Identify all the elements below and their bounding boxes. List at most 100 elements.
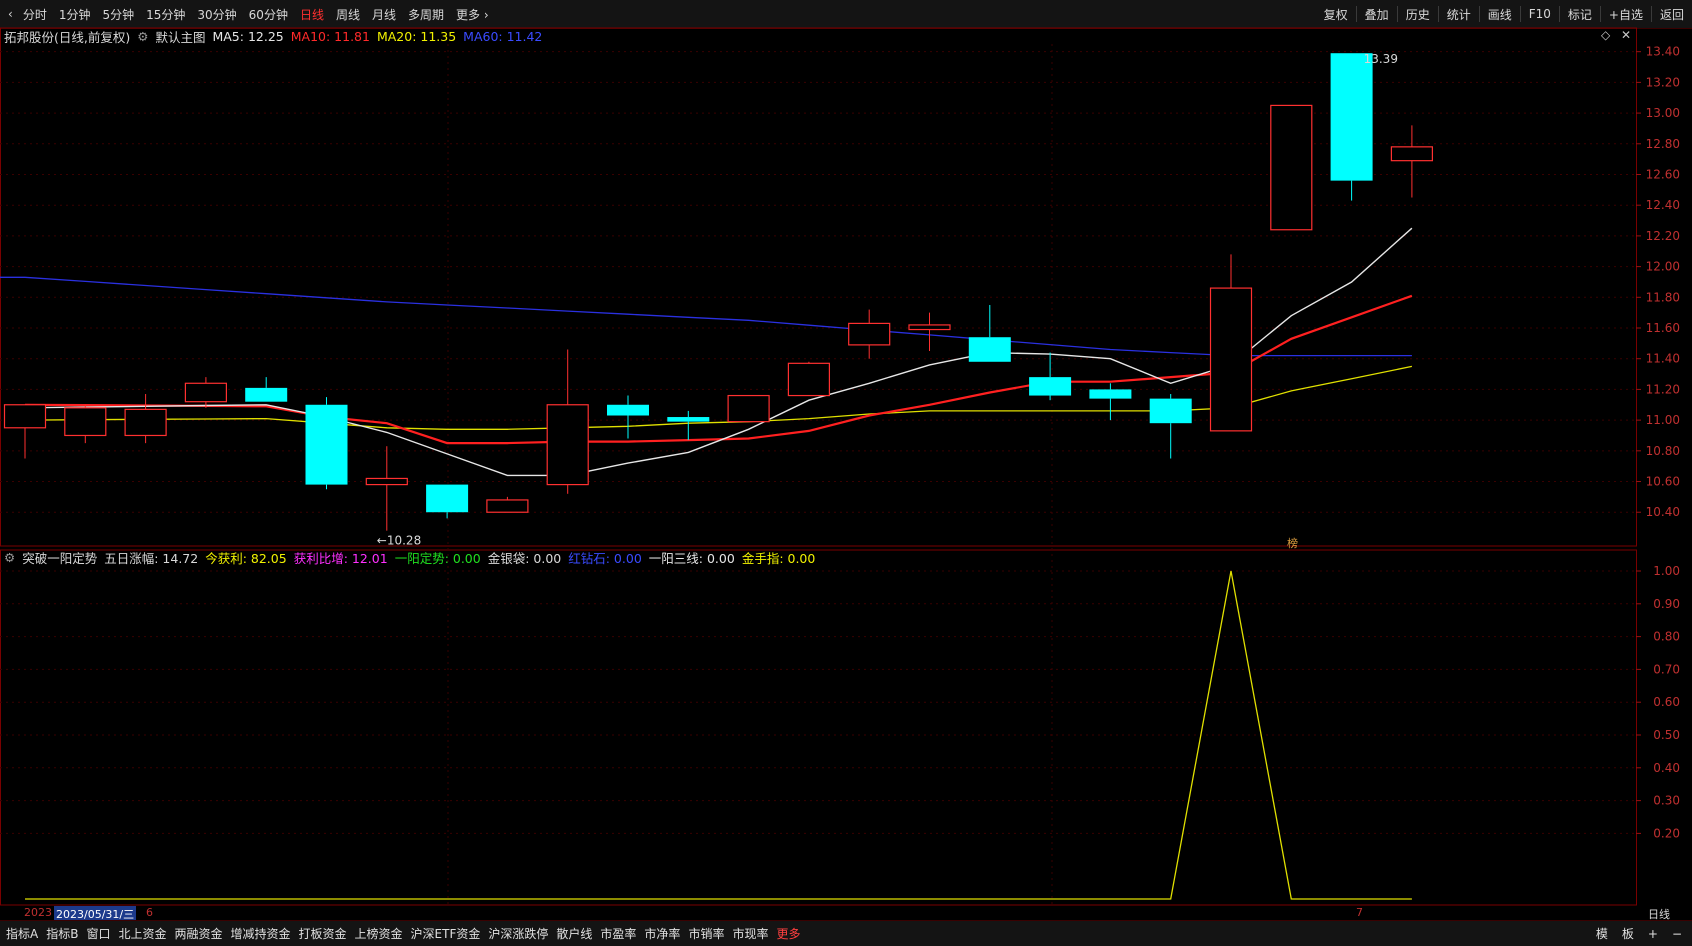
tab-retail-line[interactable]: 散户线 [552,925,596,942]
main-template-name[interactable]: 默认主图 [155,27,205,46]
divider [1599,6,1601,22]
tab-period-monthly[interactable]: 月线 [366,6,402,23]
candle [908,312,951,352]
f10-button[interactable]: F10 [1523,7,1557,21]
candle-body [124,408,167,437]
divider [1396,6,1398,22]
indicator-tabs: 指标A 指标B 窗口 北上资金 两融资金 增减持资金 打板资金 上榜资金 沪深E… [2,921,804,946]
indicator-axis-label: 0.30 [1653,794,1680,808]
zoom-out-button[interactable]: − [1668,927,1686,941]
month-tick-6: 6 [146,906,153,919]
candle-body [848,322,891,346]
indicator-value: 五日涨幅: 14.72 [104,550,199,566]
candle-body [1330,53,1373,181]
tab-billboard-funds[interactable]: 上榜资金 [351,925,407,942]
tab-indicator-a[interactable]: 指标A [2,925,42,942]
candle [64,404,107,444]
tab-more-periods[interactable]: 更多 › [450,6,495,23]
divider [1558,6,1560,22]
period-tabs: ‹ 分时 1分钟 5分钟 15分钟 30分钟 60分钟 日线 周线 月线 多周期… [4,0,495,28]
tab-limit-up-funds[interactable]: 打板资金 [295,925,351,942]
tab-margin-funds[interactable]: 两融资金 [170,925,226,942]
tab-period-fenshi[interactable]: 分时 [17,6,53,23]
back-arrow-icon[interactable]: ‹ [4,7,17,21]
price-axis-label: 11.20 [1646,382,1680,396]
board-button[interactable]: 板 [1618,925,1638,942]
tab-etf-funds[interactable]: 沪深ETF资金 [407,925,485,942]
tab-pcf-ratio[interactable]: 市现率 [728,925,772,942]
zoom-in-button[interactable]: + [1644,927,1662,941]
close-icon[interactable]: ✕ [1621,28,1631,42]
tab-period-5min[interactable]: 5分钟 [96,6,140,23]
indicator-axis-label: 0.80 [1653,630,1680,644]
indicator-value: 一阳定势: 0.00 [394,550,481,566]
mark-button[interactable]: 标记 [1562,6,1598,23]
price-axis-label: 11.40 [1646,352,1680,366]
candle-body [968,337,1011,362]
tab-more[interactable]: 更多 [772,925,804,942]
ma60-value: MA60: 11.42 [463,28,543,44]
tab-holding-change[interactable]: 增减持资金 [227,925,295,942]
tab-ps-ratio[interactable]: 市销率 [684,925,728,942]
tab-multi-period[interactable]: 多周期 [402,6,450,23]
indicator-line [25,570,1412,900]
return-button[interactable]: 返回 [1654,6,1690,23]
month-tick-7: 7 [1356,906,1363,919]
candle [184,377,227,408]
tab-window[interactable]: 窗口 [82,925,114,942]
price-axis-label: 12.40 [1646,198,1680,212]
statistics-button[interactable]: 统计 [1441,6,1477,23]
indicator-axis-label: 0.90 [1653,597,1680,611]
tab-limit-stats[interactable]: 沪深涨跌停 [484,925,552,942]
tab-pb-ratio[interactable]: 市净率 [640,925,684,942]
candle-body [64,407,107,437]
tab-northbound-funds[interactable]: 北上资金 [114,925,170,942]
price-axis-label: 10.40 [1646,505,1680,519]
candle [3,404,47,459]
candle [486,496,529,513]
price-axis-label: 12.60 [1646,167,1680,181]
indicator-value: 一阳三线: 0.00 [648,550,735,566]
divider [1437,6,1439,22]
indicator-axis-label: 1.00 [1653,564,1680,578]
diamond-icon[interactable]: ◇ [1601,28,1610,42]
high-price-marker: 13.39 [1364,52,1398,66]
indicator-panel-frame [0,549,1637,906]
candle [1330,53,1373,201]
overlay-button[interactable]: 叠加 [1359,6,1395,23]
price-axis-label: 11.00 [1646,413,1680,427]
candle-body [245,387,288,402]
candle-body [727,394,770,423]
tab-period-1min[interactable]: 1分钟 [53,6,97,23]
settings-gear-icon[interactable]: ⚙ [137,29,148,44]
tab-period-daily[interactable]: 日线 [294,6,330,23]
window-controls: 模 板 + − [1592,921,1686,946]
add-watchlist-button[interactable]: +自选 [1603,6,1649,23]
event-tag: 榜 [1287,536,1298,550]
price-axis-label: 12.80 [1646,137,1680,151]
candle [1089,383,1132,421]
candle-body [1390,146,1434,162]
history-button[interactable]: 历史 [1400,6,1436,23]
price-axis-label: 10.80 [1646,444,1680,458]
price-axis-label: 10.60 [1646,475,1680,489]
indicator-settings-icon[interactable]: ⚙ [4,550,15,565]
indicator-title[interactable]: 突破一阳定势 [22,548,97,567]
template-button[interactable]: 模 [1592,925,1612,942]
candle [1209,254,1253,432]
candle [1270,104,1313,231]
indicator-legend: ⚙ 突破一阳定势 五日涨幅: 14.72 今获利: 82.05 获利比增: 12… [4,548,815,566]
date-axis: 2023 2023/05/31/三 6 7 日线 [0,906,1692,922]
tab-period-weekly[interactable]: 周线 [330,6,366,23]
tab-indicator-b[interactable]: 指标B [42,925,82,942]
period-toolbar: ‹ 分时 1分钟 5分钟 15分钟 30分钟 60分钟 日线 周线 月线 多周期… [0,0,1692,29]
restore-rights-button[interactable]: 复权 [1318,6,1354,23]
price-axis-label: 11.60 [1646,321,1680,335]
tab-period-30min[interactable]: 30分钟 [191,6,242,23]
candle-body [3,404,47,429]
tab-period-60min[interactable]: 60分钟 [243,6,294,23]
tab-pe-ratio[interactable]: 市盈率 [596,925,640,942]
tab-period-15min[interactable]: 15分钟 [140,6,191,23]
ma20-value: MA20: 11.35 [376,28,457,44]
draw-line-button[interactable]: 画线 [1482,6,1518,23]
